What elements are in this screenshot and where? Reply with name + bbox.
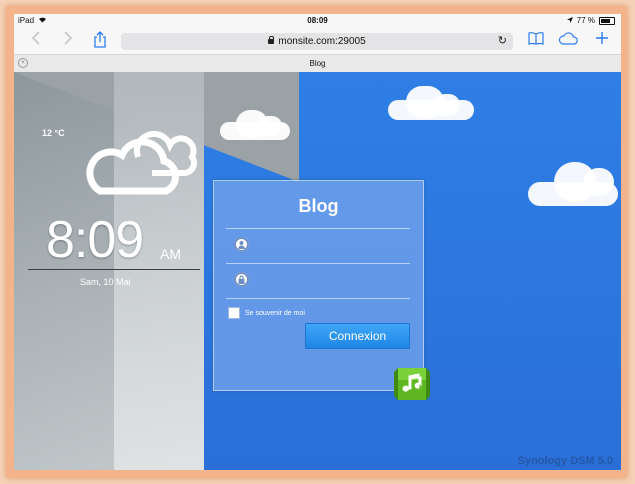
music-app-icon[interactable] [392, 366, 432, 402]
clock-time: 8:09 [46, 211, 144, 269]
share-icon [94, 31, 106, 48]
share-button[interactable] [90, 31, 110, 51]
field-divider [226, 298, 410, 299]
remember-checkbox[interactable] [228, 307, 240, 319]
chevron-left-icon [31, 31, 40, 45]
bookmarks-button[interactable] [526, 31, 546, 51]
cloud-icon [558, 32, 578, 45]
chevron-right-icon [64, 31, 73, 45]
username-input[interactable] [258, 235, 408, 257]
address-bar[interactable]: monsite.com:29005 ↻ [121, 33, 513, 50]
clock-divider [28, 269, 200, 270]
tab-title[interactable]: Blog [14, 59, 621, 68]
password-field[interactable] [226, 263, 410, 298]
reload-icon[interactable]: ↻ [498, 33, 507, 50]
clock-ampm: AM [160, 246, 181, 262]
icloud-tabs-button[interactable] [558, 31, 578, 51]
cloudy-weather-icon [80, 117, 198, 202]
remember-me[interactable]: Se souvenir de moi [228, 307, 305, 319]
clock-date: Sam, 10 Mai [80, 277, 131, 287]
battery-icon [599, 16, 615, 25]
tab-bar: × Blog [14, 54, 621, 73]
lock-icon [234, 272, 249, 287]
plus-icon [596, 32, 608, 44]
status-time: 08:09 [307, 16, 328, 25]
status-bar: iPad 08:09 77 % [14, 14, 621, 28]
synology-brand: Synology DSM 5.0 [517, 455, 613, 467]
new-tab-button[interactable] [592, 31, 612, 51]
web-page: 12 °C 8:09 AM Sam, 10 Mai Blog Se souven… [14, 72, 621, 470]
login-title: Blog [298, 196, 339, 216]
forward-button[interactable] [58, 31, 78, 51]
username-field[interactable] [226, 228, 410, 263]
password-input[interactable] [258, 270, 408, 292]
url-text: monsite.com:29005 [278, 36, 366, 47]
login-button[interactable]: Connexion [305, 323, 410, 349]
browser-toolbar: monsite.com:29005 ↻ [14, 28, 621, 54]
remember-label[interactable]: Se souvenir de moi [245, 310, 305, 317]
status-right: 77 % [566, 16, 615, 25]
ipad-screen: iPad 08:09 77 % monsite.com:29005 ↻ × Bl… [14, 14, 621, 470]
location-arrow-icon [566, 16, 573, 25]
battery-percent: 77 % [576, 16, 595, 25]
book-icon [528, 32, 544, 45]
back-button[interactable] [26, 31, 46, 51]
temperature: 12 °C [42, 128, 65, 138]
user-icon [234, 237, 249, 252]
lock-icon [268, 36, 275, 44]
login-panel: Blog Se souvenir de moi Connexion [213, 180, 424, 391]
